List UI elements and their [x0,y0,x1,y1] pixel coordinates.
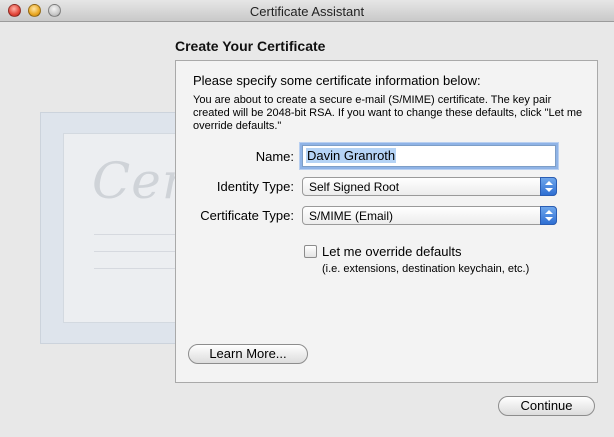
select-arrows-icon[interactable] [540,177,557,196]
certificate-type-label: Certificate Type: [200,208,294,223]
learn-more-button[interactable]: Learn More... [188,344,308,364]
select-arrows-icon[interactable] [540,206,557,225]
certificate-info-panel: Please specify some certificate informat… [175,60,598,383]
page-title: Create Your Certificate [175,38,326,54]
title-bar[interactable]: Certificate Assistant [0,0,614,22]
certificate-assistant-window: Certificate Assistant Certificate Create… [0,0,614,437]
identity-type-select[interactable]: Self Signed Root [302,177,557,196]
continue-button[interactable]: Continue [498,396,595,416]
certificate-type-value: S/MIME (Email) [309,209,393,223]
name-field-value: Davin Granroth [306,148,397,163]
override-defaults-hint: (i.e. extensions, destination keychain, … [322,263,530,275]
name-field[interactable]: Davin Granroth [302,145,556,167]
identity-type-value: Self Signed Root [309,180,400,194]
identity-type-label: Identity Type: [216,179,294,194]
window-title: Certificate Assistant [249,4,365,19]
certificate-type-select[interactable]: S/MIME (Email) [302,206,557,225]
name-label: Name: [255,149,294,164]
override-defaults-label[interactable]: Let me override defaults [322,244,461,259]
intro-text: You are about to create a secure e-mail … [193,94,583,132]
override-defaults-checkbox[interactable] [304,245,317,258]
intro-title: Please specify some certificate informat… [193,73,481,88]
